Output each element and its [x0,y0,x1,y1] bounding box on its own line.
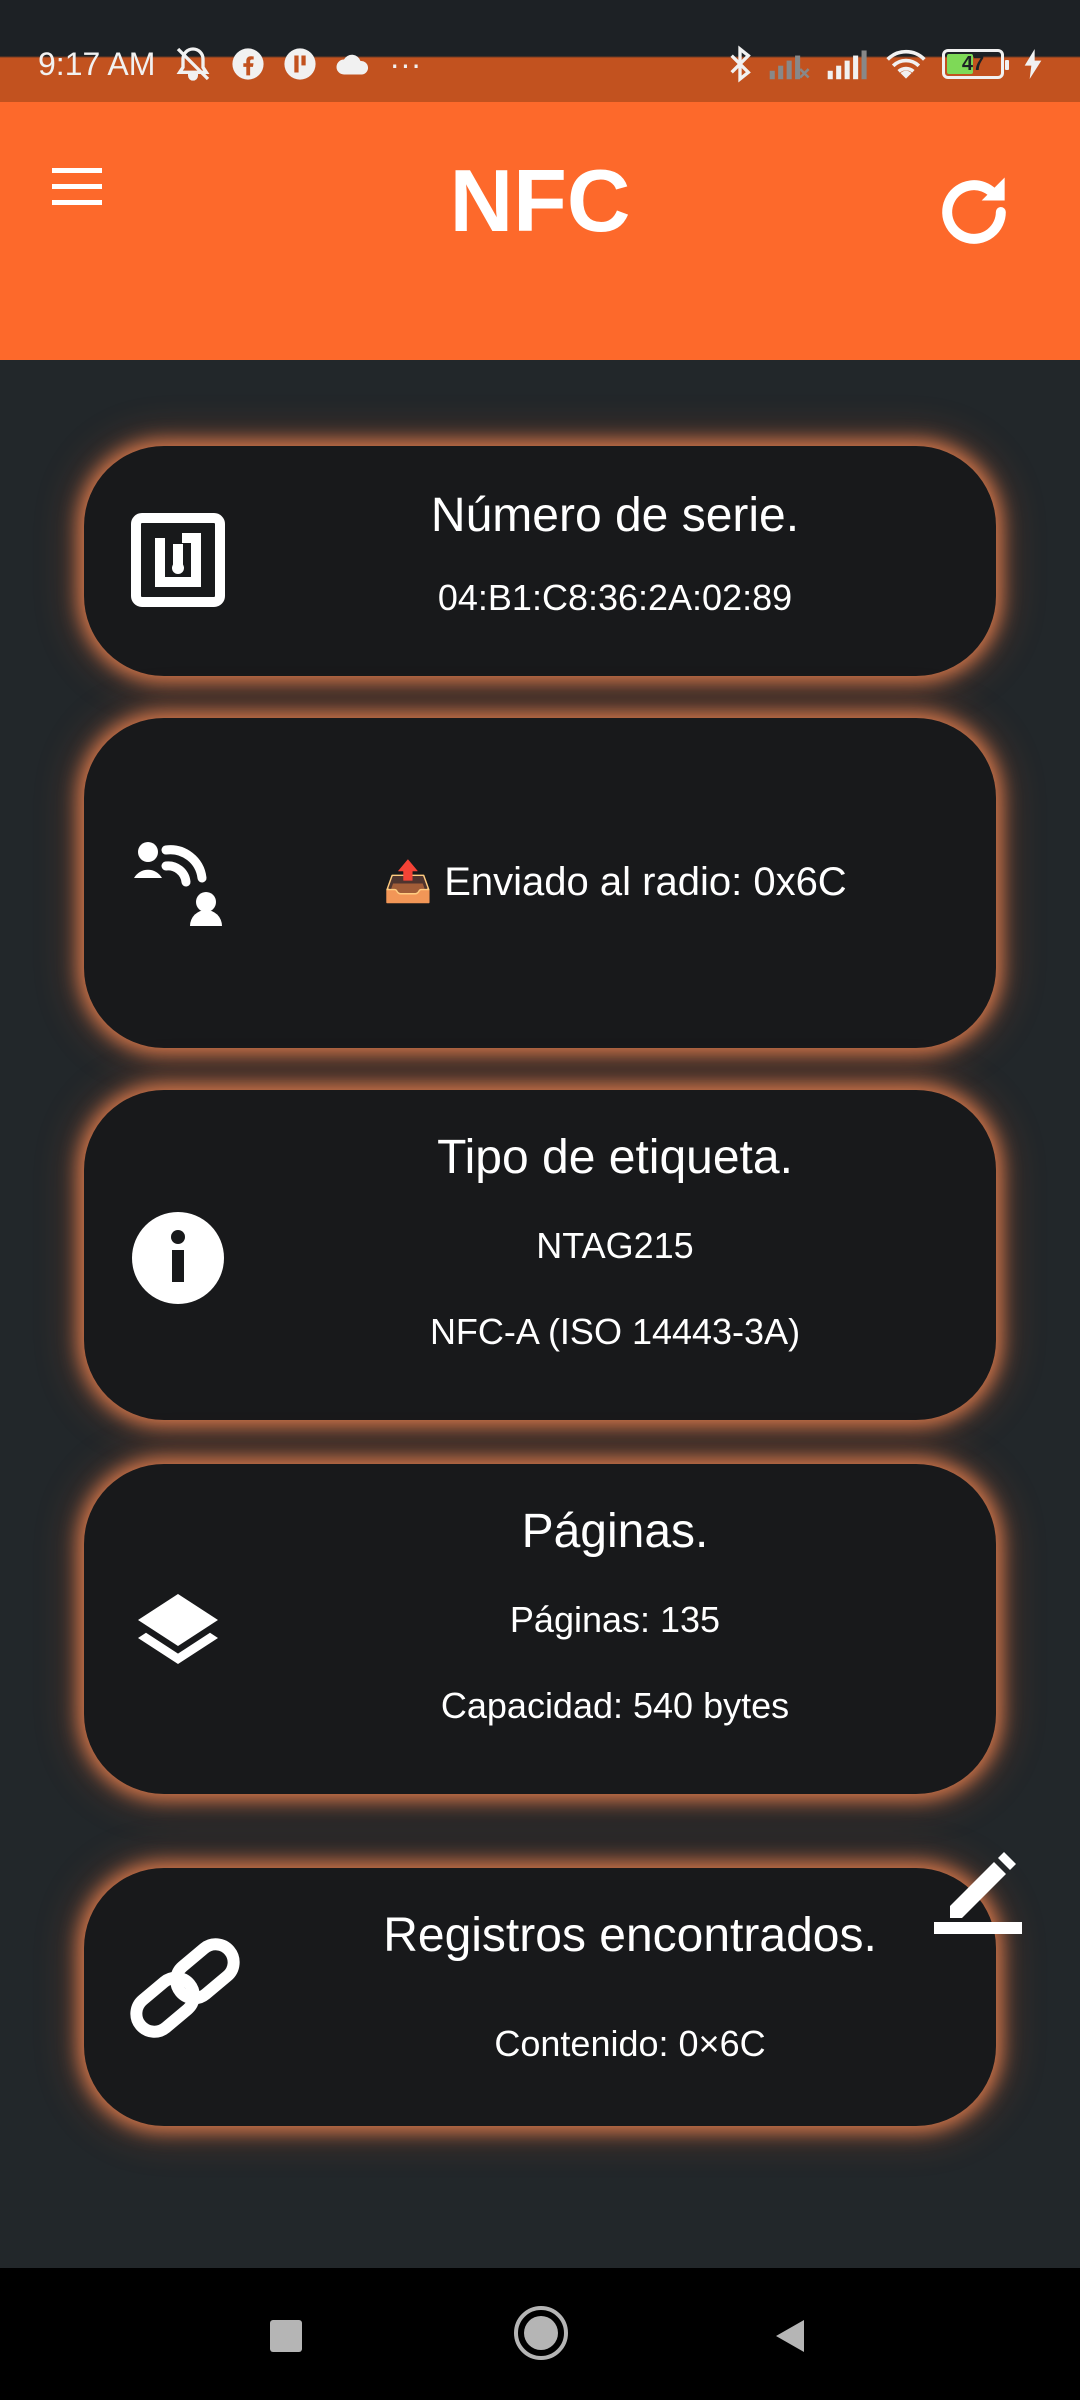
pages-count: Páginas: 135 [509,1599,721,1640]
edit-icon[interactable] [930,1842,1026,1938]
charging-icon [1024,49,1042,79]
app-icon [283,47,317,81]
info-icon [130,1210,226,1306]
nfc-icon [130,512,226,608]
link-icon [120,1938,250,2038]
more-notifications: ··· [389,45,422,82]
bluetooth-icon [726,44,754,84]
tag-type-tech: NFC-A (ISO 14443-3A) [429,1311,801,1352]
signal-icon [768,47,812,81]
pages-capacity: Capacidad: 540 bytes [440,1685,790,1726]
battery-level: 47 [961,52,985,75]
page-title: NFC [449,151,631,250]
records-content: Contenido: 0×6C [494,2023,766,2064]
pages-card: Páginas. Páginas: 135 Capacidad: 540 byt… [84,1464,996,1794]
recents-icon[interactable] [258,2308,314,2364]
status-time: 9:17 AM [38,45,156,82]
layers-icon [130,1584,226,1680]
pages-title: Páginas. [521,1505,709,1558]
sent-card: 📤 Enviado al radio: 0x6C [84,718,996,1048]
battery-icon: 47 [942,49,1009,79]
serial-title: Número de serie. [430,489,800,542]
tag-type-model: NTAG215 [536,1225,694,1266]
records-title: Registros encontrados. [383,1909,877,1962]
back-icon[interactable] [762,2308,818,2364]
records-card: Registros encontrados. Contenido: 0×6C [84,1868,996,2126]
tag-type-title: Tipo de etiqueta. [437,1131,793,1184]
facebook-icon [231,47,265,81]
outbox-icon: 📤 [383,860,434,904]
sent-label: Enviado al radio: 0x6C [444,860,847,904]
sent-text: 📤 Enviado al radio: 0x6C [234,858,996,905]
serial-number-card: Número de serie. 04:B1:C8:36:2A:02:89 [84,446,996,676]
cloud-icon [335,49,371,79]
nav-bar [0,2268,1080,2400]
contactless-user-icon [130,834,226,930]
signal-icon [826,47,870,81]
bell-off-icon [173,44,213,84]
home-icon[interactable] [510,2302,572,2364]
status-bar: 9:17 AM ··· 47 [0,0,1080,102]
app-bar: NFC [0,102,1080,360]
wifi-icon [884,47,928,81]
serial-value: 04:B1:C8:36:2A:02:89 [437,577,793,618]
refresh-icon[interactable] [928,166,1020,258]
tag-type-card: Tipo de etiqueta. NTAG215 NFC-A (ISO 144… [84,1090,996,1420]
